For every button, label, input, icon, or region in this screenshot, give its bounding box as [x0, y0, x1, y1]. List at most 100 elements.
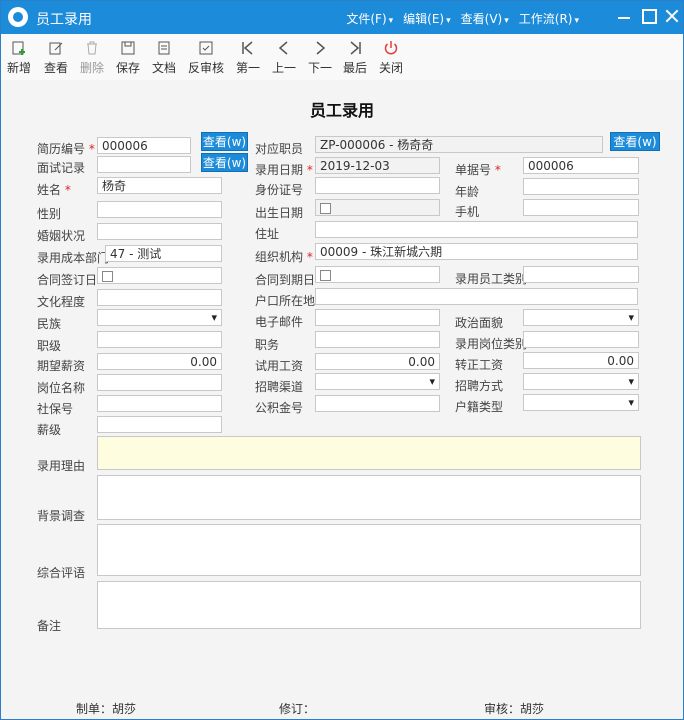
label-doc-no: 单据号: [455, 161, 501, 178]
new-doc-icon: [12, 41, 25, 55]
trial-salary-field[interactable]: 0.00: [315, 353, 440, 370]
window-title: 员工录用: [36, 12, 92, 28]
id-no-field[interactable]: [315, 177, 440, 194]
recruit-method-select[interactable]: [523, 373, 639, 390]
label-hukou-type: 户籍类型: [455, 400, 504, 414]
address-field[interactable]: [315, 221, 638, 238]
next-button[interactable]: 下一: [308, 40, 332, 76]
approve-icon: [199, 41, 213, 55]
reason-textarea[interactable]: [97, 436, 641, 470]
interview-field[interactable]: [97, 156, 191, 173]
form-heading: 员工录用: [309, 101, 374, 120]
fund-no-field[interactable]: [315, 395, 440, 412]
label-evaluation: 综合评语: [37, 566, 86, 580]
view-employee-button[interactable]: 查看(w): [610, 132, 660, 151]
view-interview-button[interactable]: 查看(w): [201, 153, 248, 172]
salary-grade-field[interactable]: [97, 416, 222, 433]
label-email: 电子邮件: [255, 315, 304, 329]
next-icon: [316, 41, 326, 55]
regular-salary-field[interactable]: 0.00: [523, 352, 639, 369]
delete-button[interactable]: 删除: [80, 40, 104, 76]
ethnicity-select[interactable]: [97, 309, 222, 326]
duty-field[interactable]: [315, 331, 440, 348]
view-resume-button[interactable]: 查看(w): [201, 132, 248, 151]
hukou-place-field[interactable]: [315, 288, 638, 305]
hukou-type-select[interactable]: [523, 394, 639, 411]
contract-sign-date-field[interactable]: [97, 267, 222, 284]
post-category-field[interactable]: [523, 331, 639, 348]
education-field[interactable]: [97, 289, 222, 306]
marital-field[interactable]: [97, 223, 222, 240]
label-salary-grade: 薪级: [37, 423, 62, 437]
view-label: 查看: [44, 61, 69, 75]
cost-dept-field[interactable]: 47 - 测试: [105, 245, 222, 262]
footer-revise: 修订：: [279, 702, 316, 716]
first-button[interactable]: 第一: [236, 40, 260, 76]
prev-button[interactable]: 上一: [272, 40, 296, 76]
doc-button[interactable]: 文档: [152, 40, 176, 76]
hire-date-field[interactable]: 2019-12-03: [315, 157, 440, 174]
label-channel: 招聘渠道: [255, 380, 304, 394]
save-button[interactable]: 保存: [116, 40, 140, 76]
window-close-button[interactable]: [664, 8, 680, 24]
label-fund-no: 公积金号: [255, 401, 304, 415]
maximize-button[interactable]: [641, 8, 657, 24]
delete-label: 删除: [80, 61, 105, 75]
trash-icon: [87, 41, 97, 55]
position-name-field[interactable]: [97, 374, 222, 391]
save-label: 保存: [116, 61, 141, 75]
unapprove-button[interactable]: 反审核: [188, 40, 224, 76]
power-icon: [384, 41, 398, 55]
birth-date-checkbox[interactable]: [320, 203, 331, 214]
unapprove-label: 反审核: [188, 61, 225, 75]
contract-sign-checkbox[interactable]: [102, 271, 113, 282]
new-button[interactable]: 新增: [7, 40, 31, 76]
label-duty: 职务: [255, 338, 280, 352]
menu-view[interactable]: 查看(V): [461, 10, 509, 27]
label-age: 年龄: [455, 185, 480, 199]
label-interview: 面试记录: [37, 161, 86, 175]
contract-end-date-field[interactable]: [315, 266, 440, 283]
save-icon: [121, 41, 135, 55]
label-rank: 职级: [37, 339, 62, 353]
email-field[interactable]: [315, 309, 440, 326]
close-button[interactable]: 关闭: [379, 40, 403, 76]
political-select[interactable]: [523, 309, 639, 326]
menu-file[interactable]: 文件(F): [346, 10, 393, 27]
resume-no-field[interactable]: 000006: [97, 137, 191, 154]
emp-category-field[interactable]: [523, 266, 639, 283]
label-name: 姓名: [37, 181, 71, 198]
doc-no-field[interactable]: 000006: [523, 157, 639, 174]
doc-label: 文档: [152, 61, 177, 75]
label-political: 政治面貌: [455, 316, 504, 330]
menu-workflow[interactable]: 工作流(R): [519, 10, 579, 27]
contract-end-checkbox[interactable]: [320, 270, 331, 281]
gender-field[interactable]: [97, 201, 222, 218]
name-field[interactable]: 杨奇: [97, 177, 222, 194]
minimize-button[interactable]: [616, 8, 632, 24]
org-field[interactable]: 00009 - 珠江新城六期: [315, 243, 638, 260]
label-social-no: 社保号: [37, 402, 74, 416]
remark-textarea[interactable]: [97, 581, 641, 629]
app-window: 员工录用 文件(F) 编辑(E) 查看(V) 工作流(R) 新增 查看 删除 保…: [0, 0, 684, 720]
label-reason: 录用理由: [37, 459, 86, 473]
document-icon: [158, 41, 170, 55]
rank-field[interactable]: [97, 331, 222, 348]
view-button[interactable]: 查看: [44, 40, 68, 76]
mobile-field[interactable]: [523, 199, 639, 216]
menu-bar: 文件(F) 编辑(E) 查看(V) 工作流(R): [346, 10, 579, 27]
label-ethnicity: 民族: [37, 317, 62, 331]
evaluation-textarea[interactable]: [97, 524, 641, 576]
birth-date-field[interactable]: [315, 199, 440, 216]
label-background: 背景调查: [37, 509, 86, 523]
channel-select[interactable]: [315, 373, 440, 390]
footer-creator: 制单：胡莎: [76, 702, 137, 716]
expected-salary-field[interactable]: 0.00: [97, 353, 222, 370]
age-field[interactable]: [523, 178, 639, 195]
background-textarea[interactable]: [97, 475, 641, 520]
social-no-field[interactable]: [97, 395, 222, 412]
label-recruit-method: 招聘方式: [455, 379, 504, 393]
menu-edit[interactable]: 编辑(E): [403, 10, 450, 27]
last-button[interactable]: 最后: [343, 40, 367, 76]
employee-field[interactable]: ZP-000006 - 杨奇奇: [315, 136, 603, 153]
